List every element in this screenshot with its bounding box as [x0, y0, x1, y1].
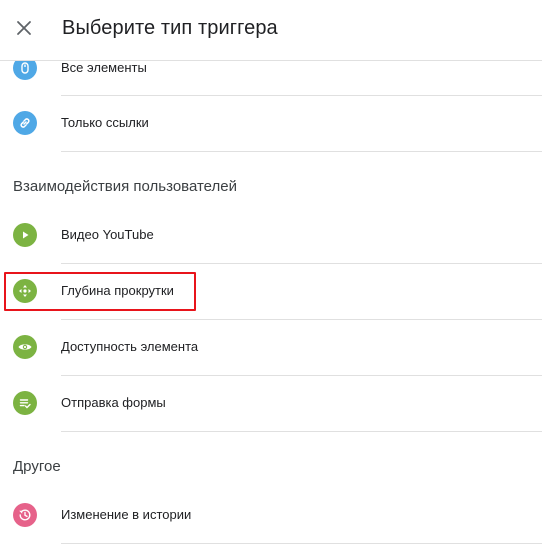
trigger-item-youtube-video[interactable]: Видео YouTube [0, 208, 542, 264]
eye-icon [13, 335, 37, 359]
trigger-item-label: Видео YouTube [61, 227, 154, 242]
divider [61, 543, 542, 544]
trigger-item-label: Изменение в истории [61, 507, 192, 522]
trigger-list[interactable]: Все элементы Только ссылки Взаимодействи… [0, 0, 542, 559]
close-button[interactable] [10, 14, 38, 42]
history-icon [13, 503, 37, 527]
highlight-box [4, 272, 196, 311]
dialog-header: Выберите тип триггера [0, 0, 542, 61]
section-title-user-interactions: Взаимодействия пользователей [13, 178, 237, 195]
play-icon [13, 223, 37, 247]
dialog-title: Выберите тип триггера [62, 17, 278, 39]
trigger-item-element-visibility[interactable]: Доступность элемента [0, 320, 542, 376]
trigger-item-history-change[interactable]: Изменение в истории [0, 488, 542, 544]
section-title-other: Другое [13, 458, 61, 475]
divider [61, 151, 542, 152]
trigger-item-label: Доступность элемента [61, 339, 199, 354]
trigger-item-label: Все элементы [61, 60, 147, 75]
trigger-item-label: Только ссылки [61, 115, 149, 130]
trigger-item-links-only[interactable]: Только ссылки [0, 96, 542, 152]
trigger-type-panel: Все элементы Только ссылки Взаимодействи… [0, 0, 542, 559]
close-icon [17, 21, 31, 35]
link-icon [13, 111, 37, 135]
trigger-item-form-submit[interactable]: Отправка формы [0, 376, 542, 432]
form-submit-icon [13, 391, 37, 415]
trigger-item-label: Отправка формы [61, 395, 166, 410]
divider [61, 431, 542, 432]
